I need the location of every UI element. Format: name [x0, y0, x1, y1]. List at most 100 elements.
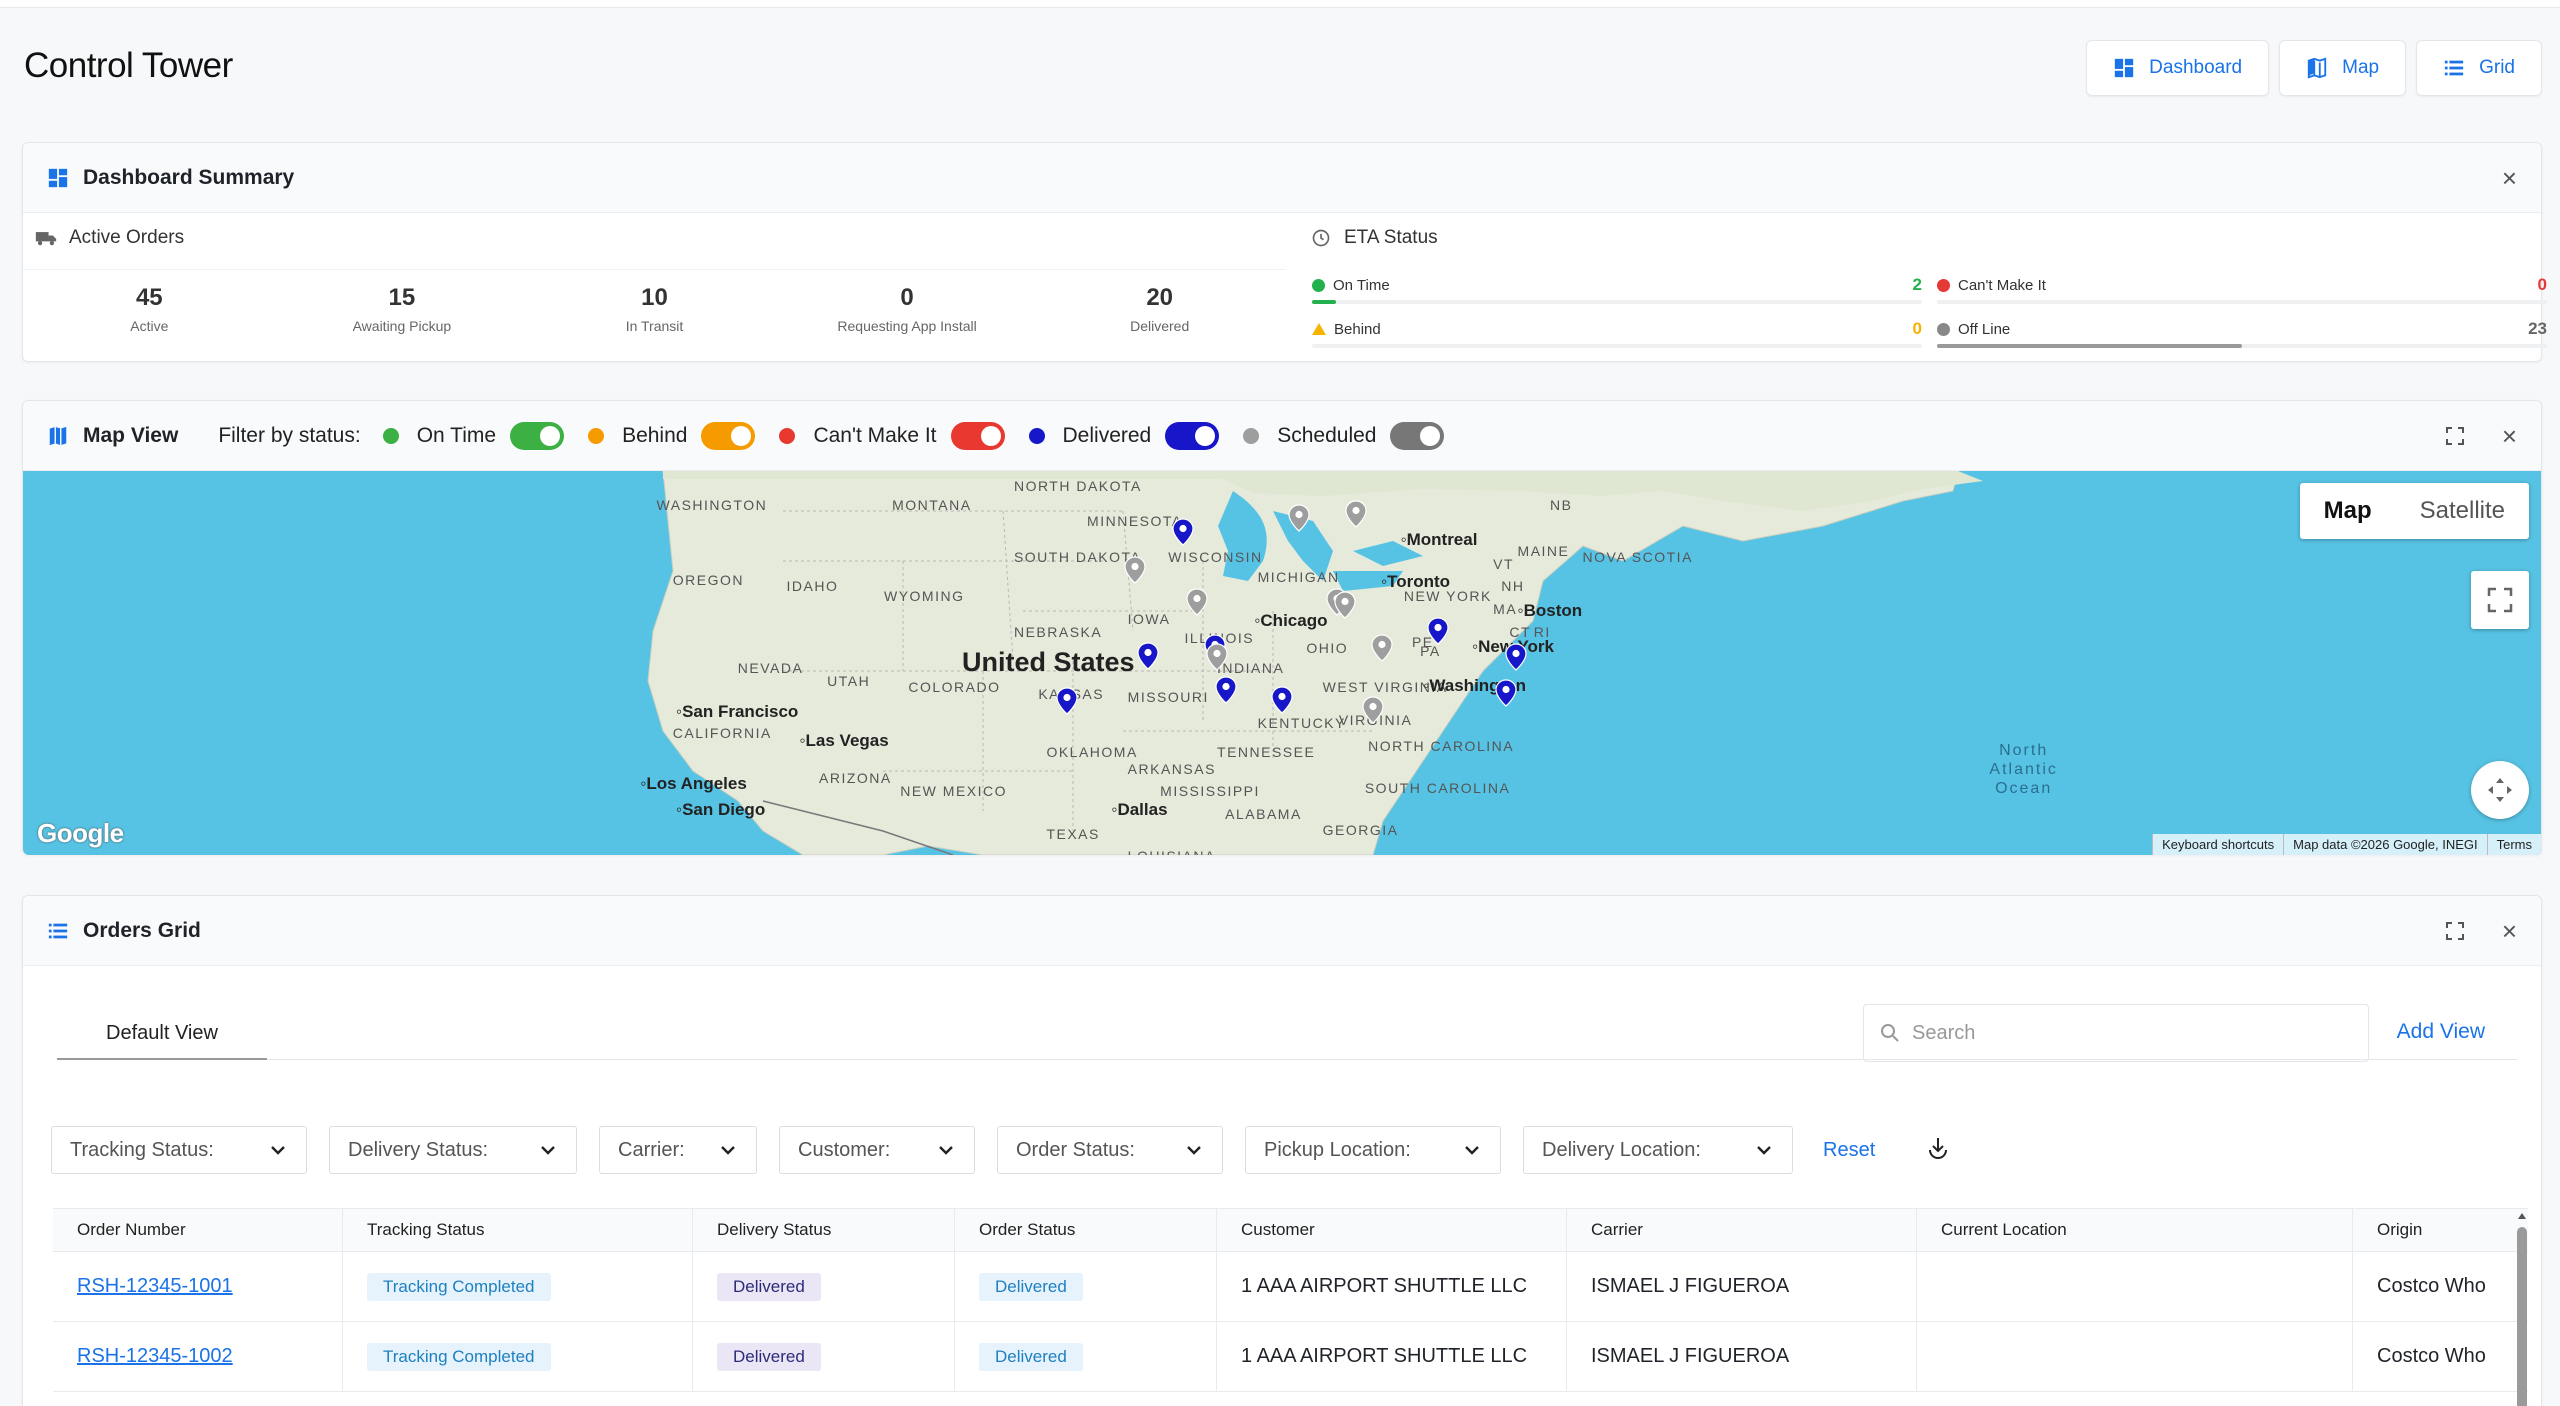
behind-toggle[interactable]: [701, 421, 756, 450]
map-pin-scheduled[interactable]: [1288, 503, 1311, 532]
eta-label: Behind: [1334, 320, 1381, 338]
orders-grid-panel: Orders Grid × Default View Add View Trac…: [22, 895, 2542, 1406]
customer-dropdown[interactable]: Customer:: [779, 1126, 975, 1174]
map-canvas[interactable]: WASHINGTON MONTANA NORTH DAKOTA MINNESOTA SO…: [23, 471, 2541, 855]
map-pin-delivered[interactable]: [1215, 676, 1237, 704]
eta-behind[interactable]: Behind 0: [1312, 307, 1922, 351]
add-view-button[interactable]: Add View: [2397, 1020, 2485, 1044]
map-view-button[interactable]: Map: [2279, 40, 2407, 96]
eta-off-line[interactable]: Off Line 23: [1937, 307, 2547, 351]
map-type-map[interactable]: Map: [2300, 483, 2396, 539]
download-icon: [1929, 1137, 1948, 1159]
fullscreen-button[interactable]: [2471, 571, 2529, 629]
tab-default-view[interactable]: Default View: [57, 1004, 267, 1060]
delivery-status-dropdown[interactable]: Delivery Status:: [329, 1126, 577, 1174]
keyboard-shortcuts-link[interactable]: Keyboard shortcuts: [2152, 834, 2283, 855]
column-header[interactable]: Order Number: [53, 1209, 343, 1251]
scrollbar-thumb[interactable]: [2517, 1227, 2527, 1406]
column-header[interactable]: Delivery Status: [693, 1209, 955, 1251]
grid-view-button[interactable]: Grid: [2416, 40, 2542, 96]
order-number-link[interactable]: RSH-12345-1002: [77, 1345, 233, 1368]
dashboard-icon: [48, 168, 68, 187]
map-pin-delivered[interactable]: [1171, 518, 1194, 546]
map-pin-scheduled[interactable]: [1206, 643, 1228, 672]
map-country-label: United States: [961, 646, 1135, 677]
delivery-location-dropdown[interactable]: Delivery Location:: [1523, 1126, 1793, 1174]
map-pin-delivered[interactable]: [1495, 679, 1517, 708]
google-logo: Google: [37, 818, 124, 848]
column-header[interactable]: Origin: [2353, 1209, 2528, 1251]
map-pin-delivered[interactable]: [1504, 643, 1527, 672]
column-header[interactable]: Tracking Status: [343, 1209, 693, 1251]
orders-grid-title: Orders Grid: [83, 918, 201, 942]
expand-icon[interactable]: [2445, 921, 2464, 940]
table-row[interactable]: RSH-12345-1002 Tracking Completed Delive…: [53, 1322, 2528, 1392]
fullscreen-icon: [2487, 587, 2513, 613]
filter-item-label: Delivered: [1062, 423, 1152, 447]
scheduled-toggle[interactable]: [1390, 421, 1445, 450]
map-pin-scheduled[interactable]: [1186, 588, 1208, 616]
view-switcher: Dashboard Map Grid: [2086, 40, 2542, 96]
map-pin-scheduled[interactable]: [1334, 591, 1356, 620]
map-pin-delivered[interactable]: [1137, 642, 1160, 670]
map-state-label: TENNESSEE: [1217, 744, 1316, 761]
stat-requesting-app-install[interactable]: 0 Requesting App Install: [781, 270, 1034, 334]
column-header[interactable]: Order Status: [955, 1209, 1217, 1251]
map-pin-scheduled[interactable]: [1345, 500, 1367, 529]
table-scrollbar[interactable]: [2517, 1211, 2527, 1406]
stat-delivered[interactable]: 20 Delivered: [1033, 270, 1286, 334]
tracking-status-badge: Tracking Completed: [367, 1272, 551, 1301]
map-type-satellite[interactable]: Satellite: [2396, 483, 2529, 539]
order-number-link[interactable]: RSH-12345-1001: [77, 1275, 233, 1298]
close-icon[interactable]: ×: [2502, 918, 2517, 944]
map-state-label: MA: [1493, 601, 1518, 618]
stat-in-transit[interactable]: 10 In Transit: [528, 270, 781, 334]
map-pin-delivered[interactable]: [1056, 687, 1078, 716]
map-pin-delivered[interactable]: [1426, 617, 1449, 646]
download-button[interactable]: [1925, 1135, 1951, 1166]
order-status-dropdown[interactable]: Order Status:: [997, 1126, 1223, 1174]
eta-on-time[interactable]: On Time 2: [1312, 263, 1922, 307]
map-state-label: MICHIGAN: [1257, 568, 1340, 585]
pickup-location-dropdown[interactable]: Pickup Location:: [1245, 1126, 1501, 1174]
on-time-toggle[interactable]: [510, 421, 565, 450]
eta-progress-fill: [1937, 344, 2242, 348]
column-header[interactable]: Customer: [1217, 1209, 1567, 1251]
map-pin-delivered[interactable]: [1271, 686, 1293, 714]
search-input[interactable]: [1912, 1021, 2332, 1045]
close-icon[interactable]: ×: [2502, 165, 2517, 191]
cant-make-it-toggle[interactable]: [950, 421, 1005, 450]
stat-value: 20: [1146, 284, 1174, 311]
map-state-label: IDAHO: [786, 578, 839, 595]
stat-awaiting-pickup[interactable]: 15 Awaiting Pickup: [276, 270, 529, 334]
close-icon[interactable]: ×: [2502, 423, 2517, 449]
tracking-status-dropdown[interactable]: Tracking Status:: [51, 1126, 307, 1174]
eta-label: On Time: [1333, 276, 1390, 294]
map-pin-scheduled[interactable]: [1371, 634, 1393, 662]
column-header[interactable]: Carrier: [1567, 1209, 1917, 1251]
camera-control-button[interactable]: [2471, 761, 2529, 819]
expand-icon[interactable]: [2445, 426, 2464, 445]
terms-link[interactable]: Terms: [2486, 834, 2541, 855]
eta-label: Can't Make It: [1958, 276, 2046, 294]
chevron-down-icon: [721, 1146, 735, 1155]
carrier-dropdown[interactable]: Carrier:: [599, 1126, 757, 1174]
delivered-toggle[interactable]: [1165, 421, 1220, 450]
map-state-label: MAINE: [1517, 542, 1570, 559]
map-pin-scheduled[interactable]: [1361, 695, 1384, 724]
chevron-down-icon: [1465, 1146, 1479, 1155]
table-row[interactable]: RSH-12345-1001 Tracking Completed Delive…: [53, 1252, 2528, 1322]
map-city-label: ◦San Francisco: [676, 702, 799, 722]
column-header[interactable]: Current Location: [1917, 1209, 2353, 1251]
eta-cant-make-it[interactable]: Can't Make It 0: [1937, 263, 2547, 307]
dropdown-label: Customer:: [798, 1138, 891, 1161]
reset-button[interactable]: Reset: [1823, 1139, 1875, 1162]
map-pin-scheduled[interactable]: [1124, 556, 1147, 584]
map-view-label: Map: [2342, 57, 2380, 78]
map-state-label: UTAH: [827, 672, 871, 689]
dashboard-view-button[interactable]: Dashboard: [2086, 40, 2270, 96]
filter-label: Filter by status:: [218, 423, 361, 447]
status-dot: [382, 427, 399, 444]
stat-active[interactable]: 45 Active: [23, 270, 276, 334]
stat-label: Awaiting Pickup: [352, 318, 452, 334]
